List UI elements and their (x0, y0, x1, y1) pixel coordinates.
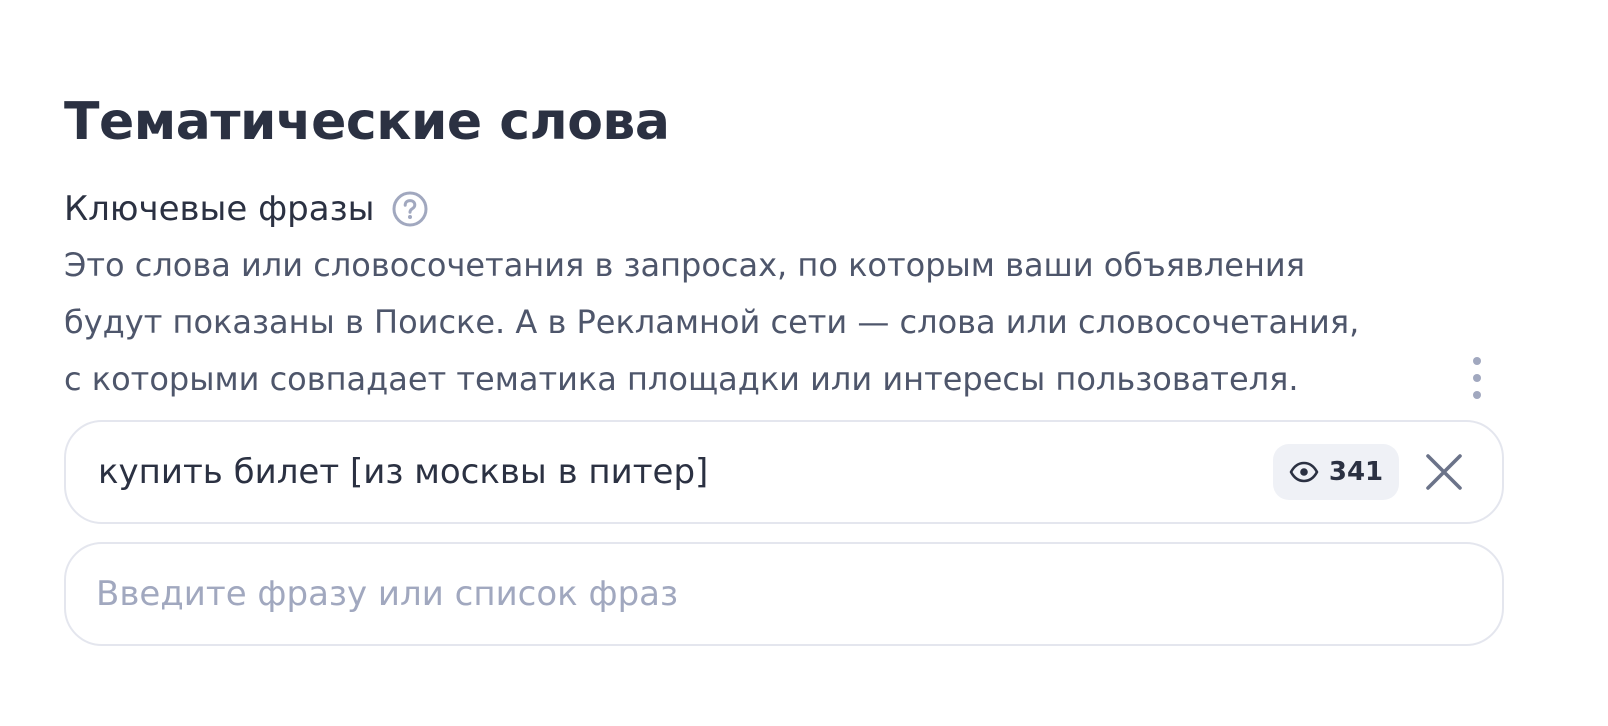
page-title: Тематические слова (64, 91, 670, 152)
keywords-label-row: Ключевые фразы (64, 186, 429, 232)
keywords-label: Ключевые фразы (64, 189, 375, 229)
description-line: будут показаны в Поиске. А в Рекламной с… (64, 303, 1360, 341)
more-vertical-icon[interactable] (1462, 354, 1492, 402)
keyword-phrase-text[interactable]: купить билет [из москвы в питер] (98, 422, 708, 522)
close-icon (1424, 452, 1464, 492)
question-circle-icon[interactable] (391, 190, 429, 228)
description-line: Это слова или словосочетания в запросах,… (64, 246, 1305, 284)
eye-icon (1289, 461, 1319, 483)
description-line: с которыми совпадает тематика площадки и… (64, 360, 1299, 398)
keywords-description: Это слова или словосочетания в запросах,… (64, 237, 1464, 408)
impressions-badge[interactable]: 341 (1273, 444, 1399, 500)
new-phrase-input[interactable] (96, 544, 1466, 644)
keyword-phrase-item[interactable]: купить билет [из москвы в питер] 341 (64, 420, 1504, 524)
impressions-count: 341 (1328, 457, 1384, 487)
new-phrase-field[interactable] (64, 542, 1504, 646)
remove-phrase-button[interactable] (1422, 450, 1466, 494)
